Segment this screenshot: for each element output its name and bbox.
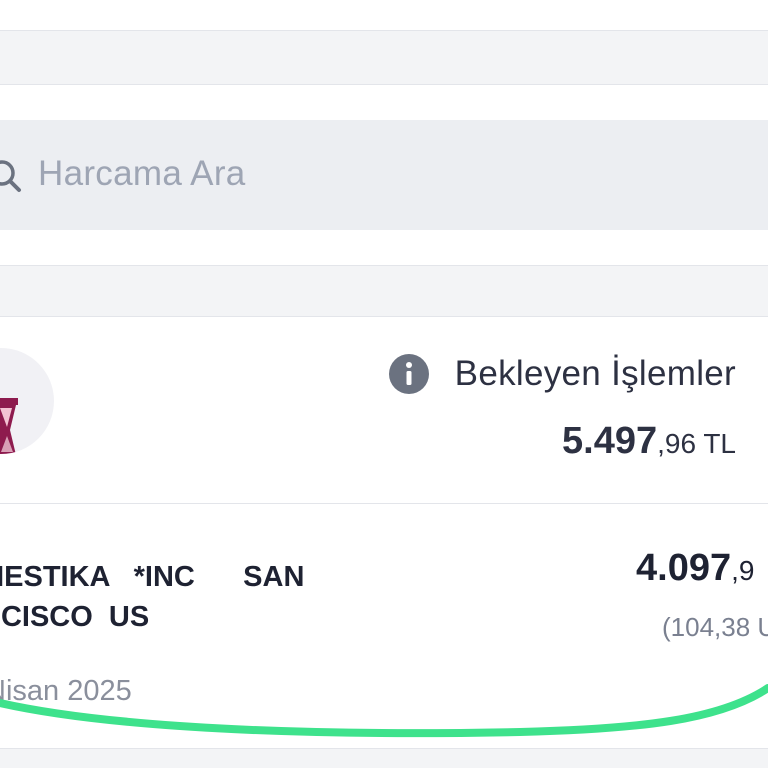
- transaction-amount: 4.097,9: [636, 547, 754, 590]
- hourglass-icon: [0, 398, 18, 454]
- top-separator: [0, 30, 768, 85]
- pending-amount: 5.497,96 TL: [562, 420, 736, 463]
- search-icon[interactable]: [0, 156, 28, 196]
- search-input[interactable]: Harcama Ara: [38, 154, 246, 194]
- search-bar[interactable]: Harcama Ara: [0, 120, 768, 230]
- transaction-amount-integer: 4.097: [636, 547, 732, 589]
- bottom-separator: [0, 748, 768, 768]
- pending-amount-currency: TL: [696, 428, 736, 459]
- section-separator: [0, 265, 768, 317]
- pending-label: Bekleyen İşlemler: [454, 354, 736, 393]
- pending-amount-decimal: ,96: [657, 428, 697, 459]
- pending-amount-integer: 5.497: [562, 420, 658, 462]
- transaction-date: Nisan 2025: [0, 675, 132, 707]
- screen: Harcama Ara Bekleyen İşlemler 5.497,96 T…: [0, 0, 768, 768]
- transaction-amount-decimal: ,9: [731, 555, 755, 586]
- pending-avatar: [0, 348, 54, 454]
- transaction-row[interactable]: MESTIKA *INC SAN NCISCO US 4.097,9 (104,…: [0, 505, 768, 750]
- merchant-name: MESTIKA *INC SAN NCISCO US: [0, 561, 305, 633]
- info-icon[interactable]: [388, 353, 430, 395]
- pending-transactions-card[interactable]: Bekleyen İşlemler 5.497,96 TL: [0, 318, 768, 504]
- foreign-amount: (104,38 U: [662, 612, 768, 642]
